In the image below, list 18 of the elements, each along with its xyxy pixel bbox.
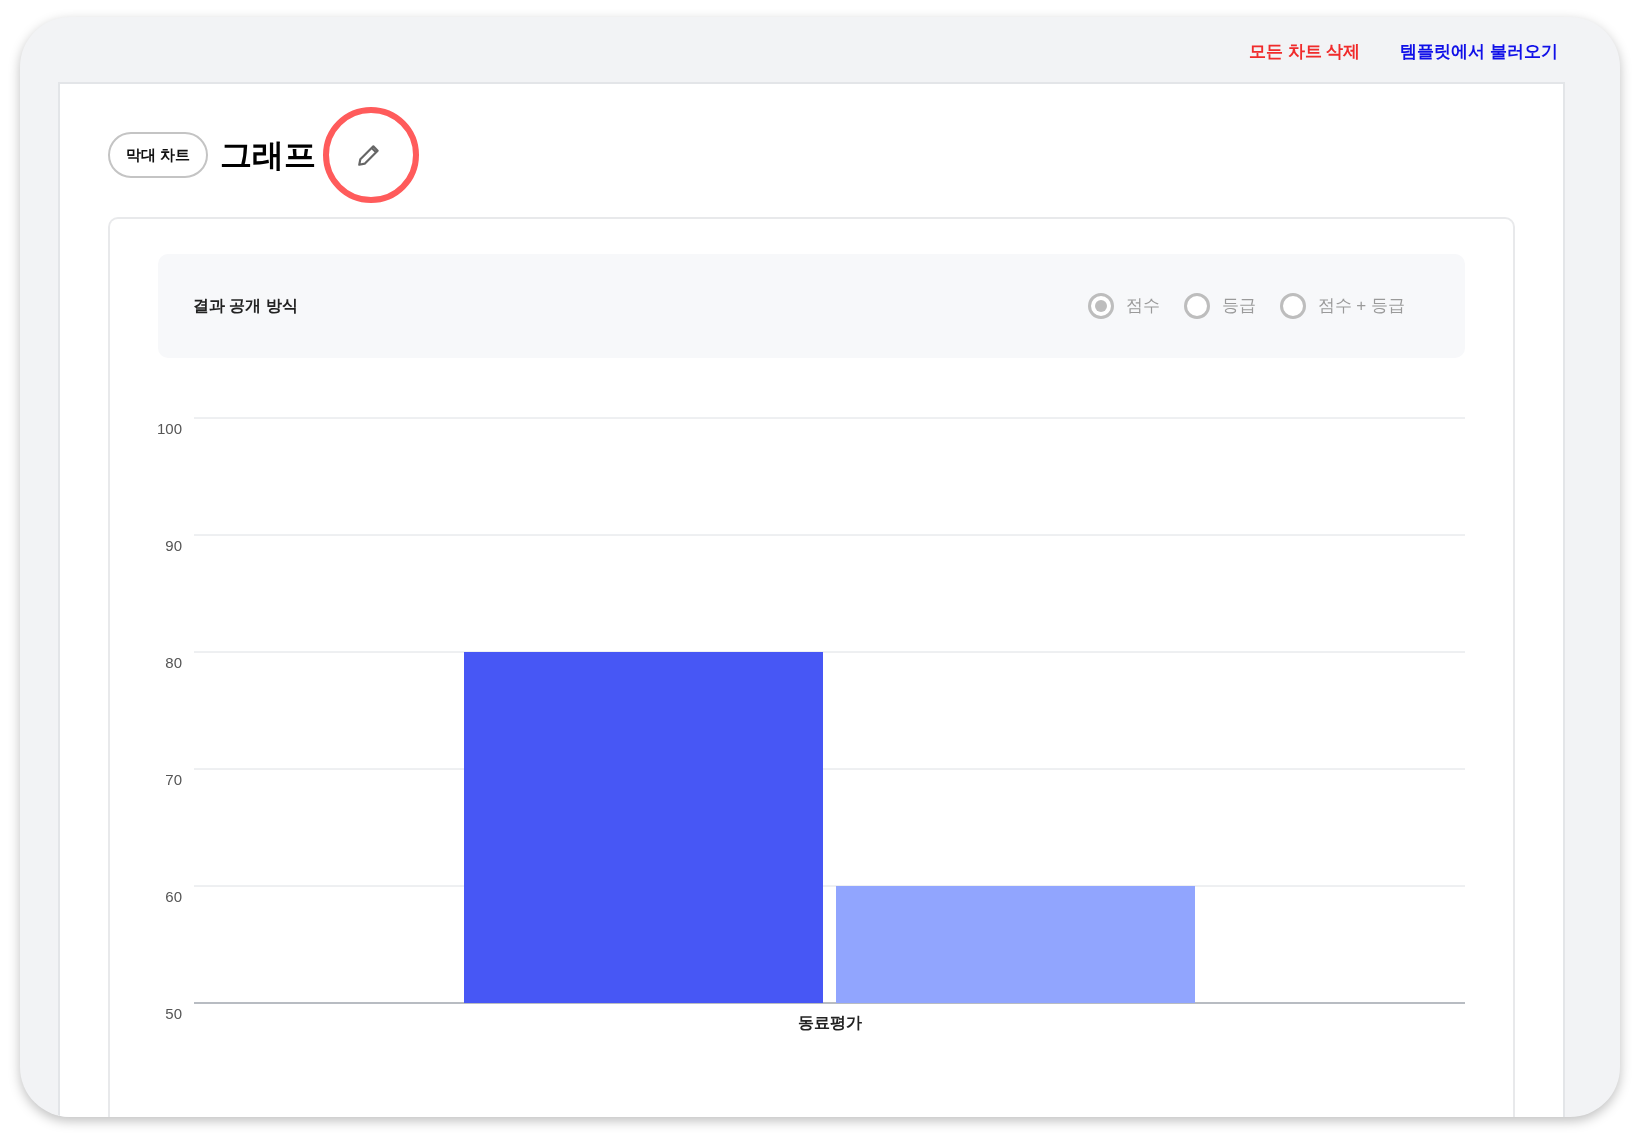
axis-tick-label: 60 bbox=[165, 888, 182, 905]
radio-button[interactable] bbox=[1183, 293, 1210, 319]
delete-all-link[interactable]: 모든 차트 삭제 bbox=[1248, 38, 1361, 65]
chart-title: 그래프 bbox=[220, 136, 317, 175]
axis-tick-label: 50 bbox=[165, 1005, 182, 1022]
load-template-link[interactable]: 템플릿에서 불러오기 bbox=[1400, 38, 1558, 65]
radio-label: 점수 + 등급 bbox=[1317, 295, 1405, 318]
radio-button[interactable] bbox=[1279, 293, 1306, 319]
axis-tick-label: 90 bbox=[165, 537, 182, 554]
radio-label: 등급 bbox=[1221, 295, 1256, 318]
axis-tick-label: 70 bbox=[165, 771, 182, 788]
radio-button[interactable] bbox=[1087, 293, 1114, 319]
axis-tick-label: 100 bbox=[156, 420, 182, 437]
axis-tick-label: 80 bbox=[165, 654, 182, 671]
radio-label: 점수 bbox=[1125, 295, 1160, 318]
chart-type-badge: 막대 차트 bbox=[108, 132, 209, 178]
category-label: 동료평가 bbox=[797, 1014, 862, 1031]
section-label: 결과 공개 방식 bbox=[193, 296, 298, 316]
